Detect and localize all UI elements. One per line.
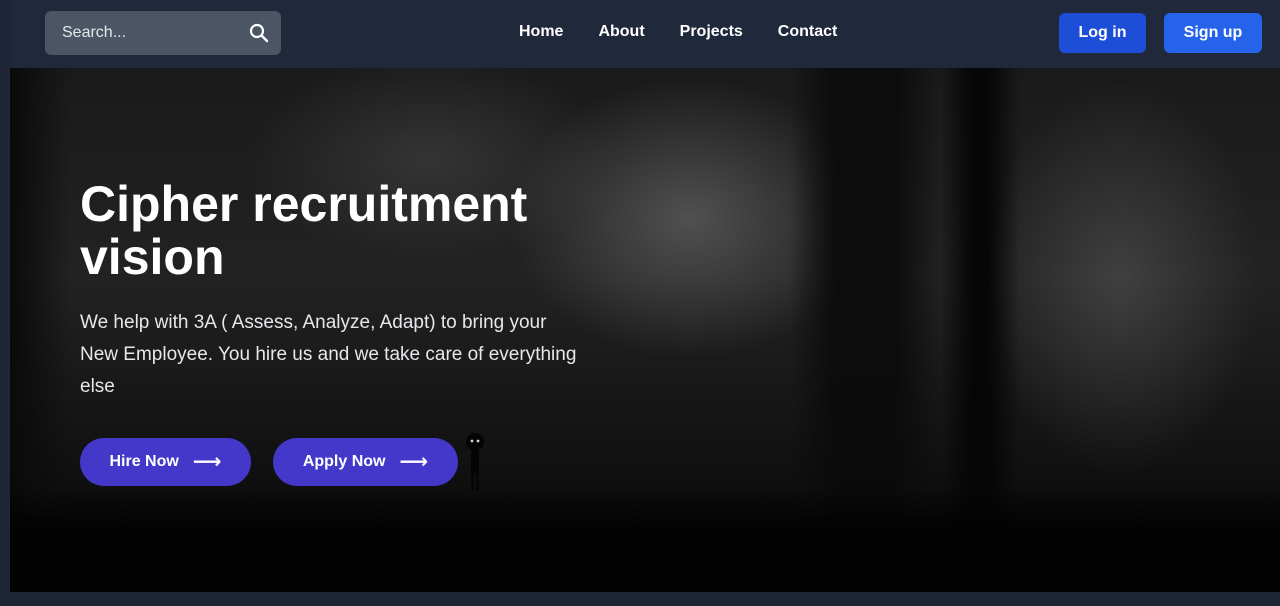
hero-background-ground: [10, 488, 1280, 592]
signup-button[interactable]: Sign up: [1164, 13, 1262, 53]
search-icon[interactable]: [249, 23, 269, 43]
hero-section: Cipher recruitment vision We help with 3…: [10, 68, 1280, 592]
arrow-right-icon: ⟶: [399, 451, 429, 473]
hire-now-button[interactable]: Hire Now ⟶: [80, 438, 251, 486]
arrow-right-icon: ⟶: [192, 451, 222, 473]
login-button[interactable]: Log in: [1059, 13, 1146, 53]
nav-home-link[interactable]: Home: [519, 23, 563, 47]
search-input[interactable]: [45, 11, 281, 55]
silhouette-figure-image: [466, 433, 484, 490]
hire-now-label: Hire Now: [109, 453, 179, 470]
main-nav: Home About Projects Contact: [519, 23, 837, 47]
nav-projects-link[interactable]: Projects: [680, 23, 743, 47]
nav-about-link[interactable]: About: [598, 23, 644, 47]
search-bar: [45, 11, 281, 55]
navbar: Home About Projects Contact Log in Sign …: [10, 0, 1280, 68]
apply-now-button[interactable]: Apply Now ⟶: [273, 438, 458, 486]
apply-now-label: Apply Now: [302, 453, 386, 470]
nav-contact-link[interactable]: Contact: [778, 23, 838, 47]
hero-title: Cipher recruitment vision: [80, 176, 528, 285]
hero-description: We help with 3A ( Assess, Analyze, Adapt…: [80, 312, 577, 397]
